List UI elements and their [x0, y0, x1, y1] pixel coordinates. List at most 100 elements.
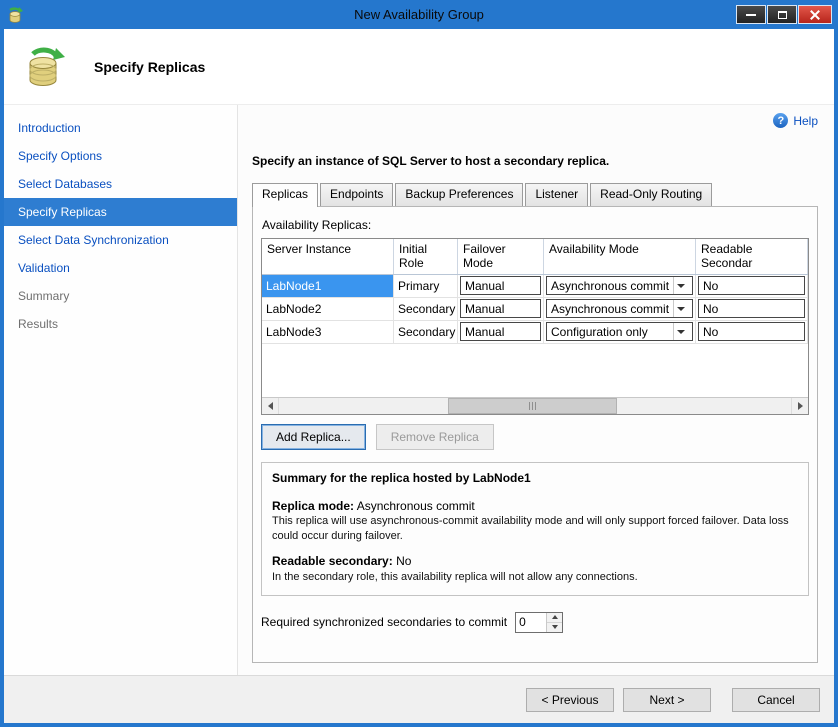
replicas-tab-panel: Availability Replicas: Server Instance I…	[252, 206, 818, 663]
tab-strip: Replicas Endpoints Backup Preferences Li…	[252, 183, 818, 206]
column-header-availability-mode[interactable]: Availability Mode	[544, 239, 696, 274]
failover-mode-cell[interactable]: Manual	[458, 298, 544, 321]
chevron-down-icon[interactable]	[673, 277, 688, 294]
initial-role-cell[interactable]: Primary	[394, 275, 458, 298]
readable-secondary-value: No	[396, 554, 411, 568]
availability-mode-cell[interactable]: Asynchronous commit	[544, 275, 696, 298]
availability-mode-value: Asynchronous commit	[551, 302, 669, 316]
spin-down-icon	[552, 625, 558, 629]
table-row[interactable]: LabNode1 Primary Manual Asynchronous com…	[262, 275, 808, 298]
help-icon: ?	[773, 113, 788, 128]
close-button[interactable]	[798, 5, 832, 24]
readable-secondary-description: In the secondary role, this availability…	[272, 570, 798, 585]
failover-mode-combo[interactable]: Manual	[460, 299, 541, 318]
spin-up-icon	[552, 615, 558, 619]
tab-backup-preferences[interactable]: Backup Preferences	[395, 183, 523, 206]
main-pane: ? Help Specify an instance of SQL Server…	[238, 105, 834, 675]
chevron-down-icon[interactable]	[673, 300, 688, 317]
titlebar[interactable]: New Availability Group	[0, 0, 838, 29]
tab-endpoints[interactable]: Endpoints	[320, 183, 393, 206]
scroll-right-button[interactable]	[791, 398, 808, 414]
availability-mode-cell[interactable]: Configuration only	[544, 321, 696, 344]
initial-role-cell[interactable]: Secondary	[394, 321, 458, 344]
availability-mode-combo[interactable]: Asynchronous commit	[546, 299, 693, 318]
column-header-server-instance[interactable]: Server Instance	[262, 239, 394, 274]
availability-mode-value: Asynchronous commit	[551, 279, 669, 293]
required-secondaries-label: Required synchronized secondaries to com…	[261, 615, 507, 629]
tab-listener[interactable]: Listener	[525, 183, 588, 206]
minimize-icon	[746, 14, 756, 16]
minimize-button[interactable]	[736, 5, 766, 24]
required-secondaries-spinner	[515, 612, 563, 633]
table-empty-area	[262, 344, 808, 397]
table-row[interactable]: LabNode3 Secondary Manual Configuration …	[262, 321, 808, 344]
maximize-button[interactable]	[767, 5, 797, 24]
sidebar-item-summary: Summary	[4, 282, 237, 310]
failover-mode-combo[interactable]: Manual	[460, 276, 541, 295]
wizard-header: Specify Replicas	[4, 29, 834, 105]
replica-mode-label: Replica mode:	[272, 499, 354, 513]
sidebar-item-select-databases[interactable]: Select Databases	[4, 170, 237, 198]
summary-title: Summary for the replica hosted by LabNod…	[272, 471, 798, 487]
column-header-readable-secondary[interactable]: Readable Secondar	[696, 239, 808, 274]
sidebar-item-results: Results	[4, 310, 237, 338]
scrollbar-thumb[interactable]	[448, 398, 617, 414]
window-title: New Availability Group	[0, 7, 838, 22]
cancel-button[interactable]: Cancel	[732, 688, 820, 712]
horizontal-scrollbar[interactable]	[262, 397, 808, 414]
scroll-left-button[interactable]	[262, 398, 279, 414]
availability-replicas-label: Availability Replicas:	[262, 218, 809, 232]
table-row[interactable]: LabNode2 Secondary Manual Asynchronous c…	[262, 298, 808, 321]
readable-secondary-cell[interactable]: No	[696, 275, 808, 298]
column-header-initial-role[interactable]: Initial Role	[394, 239, 458, 274]
help-link[interactable]: ? Help	[773, 113, 818, 128]
server-instance-cell[interactable]: LabNode1	[262, 275, 394, 298]
failover-mode-combo[interactable]: Manual	[460, 322, 541, 341]
tab-read-only-routing[interactable]: Read-Only Routing	[590, 183, 712, 206]
readable-secondary-cell[interactable]: No	[696, 321, 808, 344]
column-header-failover-mode[interactable]: Failover Mode	[458, 239, 544, 274]
sidebar-item-introduction[interactable]: Introduction	[4, 114, 237, 142]
add-replica-button[interactable]: Add Replica...	[261, 424, 366, 450]
sidebar-item-validation[interactable]: Validation	[4, 254, 237, 282]
chevron-down-icon[interactable]	[673, 323, 688, 340]
readable-secondary-combo[interactable]: No	[698, 299, 805, 318]
replica-mode-value: Asynchronous commit	[357, 499, 475, 513]
wizard-content: Introduction Specify Options Select Data…	[4, 105, 834, 675]
wizard-steps-sidebar: Introduction Specify Options Select Data…	[4, 105, 238, 675]
replica-mode-description: This replica will use asynchronous-commi…	[272, 514, 798, 543]
instruction-text: Specify an instance of SQL Server to hos…	[252, 154, 818, 168]
server-instance-cell[interactable]: LabNode2	[262, 298, 394, 321]
readable-secondary-combo[interactable]: No	[698, 322, 805, 341]
readable-secondary-combo[interactable]: No	[698, 276, 805, 295]
scroll-right-icon	[798, 402, 803, 410]
availability-mode-combo[interactable]: Asynchronous commit	[546, 276, 693, 295]
server-instance-cell[interactable]: LabNode3	[262, 321, 394, 344]
scroll-left-icon	[268, 402, 273, 410]
failover-mode-cell[interactable]: Manual	[458, 275, 544, 298]
failover-mode-cell[interactable]: Manual	[458, 321, 544, 344]
previous-button[interactable]: < Previous	[526, 688, 614, 712]
availability-mode-value: Configuration only	[551, 325, 648, 339]
database-refresh-icon	[20, 42, 70, 92]
replica-buttons-row: Add Replica... Remove Replica	[261, 424, 809, 450]
required-secondaries-row: Required synchronized secondaries to com…	[261, 612, 809, 633]
required-secondaries-input[interactable]	[516, 613, 546, 632]
sidebar-item-specify-replicas[interactable]: Specify Replicas	[4, 198, 237, 226]
maximize-icon	[778, 11, 787, 19]
remove-replica-button: Remove Replica	[376, 424, 494, 450]
sidebar-item-specify-options[interactable]: Specify Options	[4, 142, 237, 170]
availability-mode-cell[interactable]: Asynchronous commit	[544, 298, 696, 321]
sidebar-item-select-data-synchronization[interactable]: Select Data Synchronization	[4, 226, 237, 254]
close-icon	[810, 10, 820, 20]
next-button[interactable]: Next >	[623, 688, 711, 712]
scrollbar-track[interactable]	[279, 398, 791, 414]
availability-mode-combo[interactable]: Configuration only	[546, 322, 693, 341]
spin-up-button[interactable]	[547, 613, 562, 623]
readable-secondary-label: Readable secondary:	[272, 554, 393, 568]
tab-replicas[interactable]: Replicas	[252, 183, 318, 207]
window-body: Specify Replicas Introduction Specify Op…	[4, 29, 834, 723]
readable-secondary-cell[interactable]: No	[696, 298, 808, 321]
initial-role-cell[interactable]: Secondary	[394, 298, 458, 321]
spin-down-button[interactable]	[547, 623, 562, 632]
